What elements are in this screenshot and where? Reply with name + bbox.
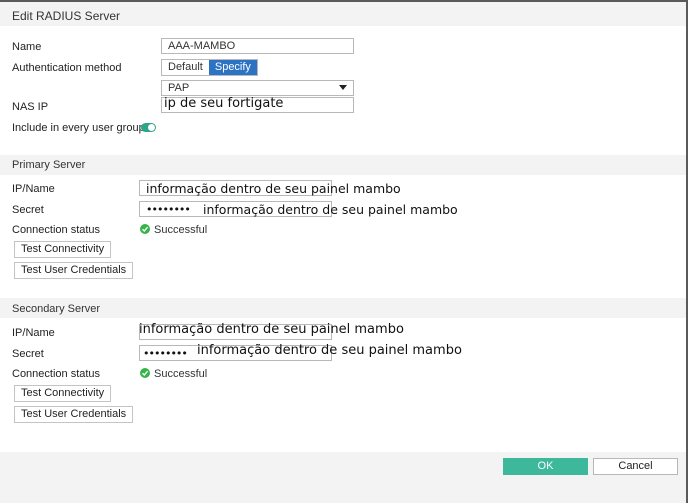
nas-ip-label: NAS IP [12, 101, 49, 113]
secondary-conn-status-label: Connection status [12, 368, 101, 380]
primary-conn-status-label: Connection status [12, 224, 101, 236]
primary-secret-mask: •••••••• [146, 203, 191, 216]
primary-ip-value: informação dentro de seu painel mambo [146, 181, 401, 196]
dialog-header: Edit RADIUS Server [0, 2, 686, 26]
secondary-conn-status-value: Successful [154, 368, 208, 380]
name-input[interactable]: AAA-MAMBO [161, 38, 354, 54]
primary-section-title: Primary Server [12, 159, 86, 171]
primary-test-credentials-button[interactable]: Test User Credentials [14, 262, 134, 279]
auth-protocol-select[interactable]: PAP [161, 80, 354, 96]
name-label: Name [12, 41, 42, 53]
check-circle-icon [140, 368, 150, 378]
include-group-label: Include in every user group [12, 122, 145, 134]
secondary-test-connectivity-button[interactable]: Test Connectivity [14, 385, 112, 402]
auth-option-default[interactable]: Default [162, 60, 209, 75]
auth-method-toggle: Default Specify [161, 59, 258, 76]
ok-button[interactable]: OK [503, 458, 588, 475]
dialog-title: Edit RADIUS Server [12, 9, 121, 23]
primary-section-header: Primary Server [0, 155, 686, 175]
primary-secret-label: Secret [12, 204, 44, 216]
auth-method-label: Authentication method [12, 62, 122, 74]
chevron-down-icon [339, 85, 347, 90]
primary-secret-note: informação dentro de seu painel mambo [203, 202, 458, 217]
primary-test-connectivity-button[interactable]: Test Connectivity [14, 241, 112, 258]
secondary-section-header: Secondary Server [0, 298, 686, 318]
secondary-secret-note: informação dentro de seu painel mambo [197, 343, 462, 358]
secondary-secret-mask: •••••••• [143, 347, 188, 360]
secondary-secret-label: Secret [12, 348, 44, 360]
primary-conn-status-value: Successful [154, 224, 208, 236]
check-circle-icon [140, 224, 150, 234]
secondary-test-credentials-button[interactable]: Test User Credentials [14, 406, 134, 423]
include-group-toggle[interactable] [141, 123, 156, 132]
primary-ip-label: IP/Name [12, 183, 55, 195]
secondary-ip-value: informação dentro de seu painel mambo [139, 322, 404, 337]
nas-ip-value: ip de seu fortigate [164, 96, 284, 111]
auth-option-specify[interactable]: Specify [208, 60, 257, 75]
cancel-button[interactable]: Cancel [593, 458, 678, 475]
auth-protocol-value: PAP [168, 82, 190, 94]
secondary-ip-label: IP/Name [12, 327, 55, 339]
secondary-section-title: Secondary Server [12, 303, 101, 315]
